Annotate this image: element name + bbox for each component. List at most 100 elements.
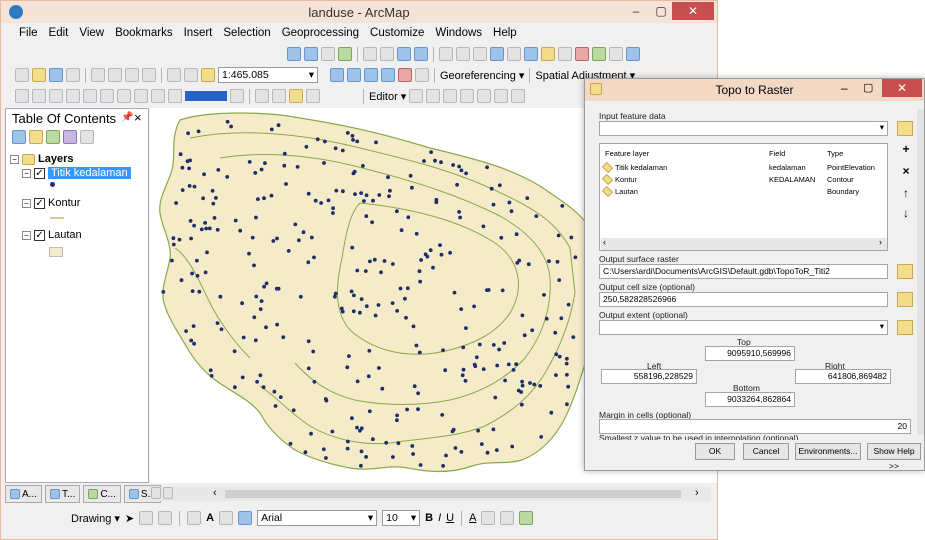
grid-row[interactable]: Kontur KEDALAMAN Contour xyxy=(601,173,887,186)
edit-annotation-icon[interactable] xyxy=(426,89,441,103)
dialog-close-button[interactable]: ✕ xyxy=(882,79,922,97)
bold-button[interactable]: B xyxy=(425,512,433,524)
measure-icon[interactable] xyxy=(541,47,555,61)
layer-visibility-checkbox[interactable]: ✓ xyxy=(34,229,45,241)
map-scale-combo[interactable]: 1:465.085 ▾ xyxy=(218,67,318,83)
cell-size-input[interactable]: 250,582828526966 xyxy=(599,292,888,307)
grid-horizontal-scrollbar[interactable]: ‹ › xyxy=(601,237,887,250)
python-icon[interactable] xyxy=(415,68,429,82)
select-features-icon[interactable] xyxy=(439,47,453,61)
input-feature-combo[interactable]: ▾ xyxy=(599,121,888,136)
pause-icon[interactable] xyxy=(306,89,320,103)
table-of-contents-icon[interactable] xyxy=(347,68,361,82)
extent-bottom-input[interactable]: 9033264,862864 xyxy=(705,392,795,407)
cancel-button[interactable]: Cancel xyxy=(743,443,789,460)
tool-d-icon[interactable] xyxy=(66,89,80,103)
dialog-maximize-button[interactable]: ▢ xyxy=(863,81,873,94)
identify-icon[interactable] xyxy=(490,47,504,61)
font-combo[interactable]: Arial ▾ xyxy=(257,510,378,526)
layer-name[interactable]: Lautan xyxy=(48,229,82,241)
search-window-icon[interactable] xyxy=(381,68,395,82)
rectangle-icon[interactable] xyxy=(187,511,202,525)
fixed-zoom-in-icon[interactable] xyxy=(363,47,377,61)
move-down-icon[interactable]: ↓ xyxy=(899,207,913,221)
tool-j-icon[interactable] xyxy=(168,89,182,103)
point-icon[interactable] xyxy=(494,89,509,103)
input-features-grid[interactable]: Feature layer Field Type Titik kedalaman… xyxy=(599,143,888,251)
menu-help[interactable]: Help xyxy=(493,27,517,39)
menu-customize[interactable]: Customize xyxy=(370,27,424,39)
tool-c-icon[interactable] xyxy=(49,89,63,103)
ok-button[interactable]: OK xyxy=(695,443,735,460)
dialog-title-bar[interactable]: Topo to Raster – ▢ ✕ xyxy=(585,79,924,101)
tool-e-icon[interactable] xyxy=(83,89,97,103)
scroll-thumb[interactable] xyxy=(225,490,681,498)
refresh-icon[interactable] xyxy=(289,89,303,103)
fixed-zoom-out-icon[interactable] xyxy=(380,47,394,61)
marker-icon[interactable] xyxy=(219,511,234,525)
editor-menu[interactable]: Editor ▾ xyxy=(369,90,406,103)
menu-bookmarks[interactable]: Bookmarks xyxy=(115,27,173,39)
scroll-left-icon[interactable]: ‹ xyxy=(213,487,217,499)
undo-icon[interactable] xyxy=(167,68,181,82)
save-icon[interactable] xyxy=(49,68,63,82)
forward-icon[interactable] xyxy=(414,47,428,61)
environments-button[interactable]: Environments... xyxy=(795,443,861,460)
show-help-button[interactable]: Show Help >> xyxy=(867,443,921,471)
move-up-icon[interactable]: ↑ xyxy=(899,187,913,201)
new-document-icon[interactable] xyxy=(15,68,29,82)
remove-row-icon[interactable]: × xyxy=(899,165,913,179)
grid-row[interactable]: Lautan Boundary xyxy=(601,185,887,198)
text-icon[interactable]: A xyxy=(206,512,214,524)
straight-segment-icon[interactable] xyxy=(443,89,458,103)
layers-root[interactable]: − Layers xyxy=(10,153,73,165)
collapse-icon[interactable]: − xyxy=(22,230,31,240)
marker-color-icon[interactable] xyxy=(519,511,534,525)
tool-g-icon[interactable] xyxy=(117,89,131,103)
dialog-minimize-button[interactable]: – xyxy=(841,81,848,95)
italic-button[interactable]: I xyxy=(438,512,441,524)
toc-layer-lautan[interactable]: − ✓ Lautan xyxy=(22,229,82,241)
title-bar[interactable]: landuse - ArcMap – ▢ ✕ xyxy=(1,1,717,23)
font-size-combo[interactable]: 10 ▾ xyxy=(382,510,421,526)
back-icon[interactable] xyxy=(397,47,411,61)
tool-i-icon[interactable] xyxy=(151,89,165,103)
color-dropdown-icon[interactable] xyxy=(230,89,244,103)
editor-toolbar-icon[interactable] xyxy=(330,68,344,82)
georeferencing-menu[interactable]: Georeferencing ▾ xyxy=(440,69,524,82)
rotate-icon[interactable] xyxy=(139,511,154,525)
layout-icon[interactable] xyxy=(255,89,269,103)
select-elements-arrow-icon[interactable]: ➤ xyxy=(125,512,134,525)
add-row-icon[interactable]: + xyxy=(899,143,913,157)
extent-combo[interactable]: ▾ xyxy=(599,320,888,335)
fill-color-icon[interactable] xyxy=(481,511,496,525)
tool-a-icon[interactable] xyxy=(15,89,29,103)
close-toc-icon[interactable]: × xyxy=(134,110,142,125)
clear-selection-icon[interactable] xyxy=(456,47,470,61)
dialog-vertical-scrollbar[interactable] xyxy=(917,109,924,435)
delete-icon[interactable] xyxy=(142,68,156,82)
color-swatch[interactable] xyxy=(185,91,227,101)
zoom-whole-page-icon[interactable] xyxy=(158,511,173,525)
hyperlink-icon[interactable] xyxy=(507,47,521,61)
line-color-icon[interactable] xyxy=(500,511,515,525)
find-route-icon[interactable] xyxy=(575,47,589,61)
menu-file[interactable]: File xyxy=(19,27,38,39)
tool-b-icon[interactable] xyxy=(32,89,46,103)
list-by-selection-icon[interactable] xyxy=(63,130,77,144)
layer-visibility-checkbox[interactable]: ✓ xyxy=(34,197,45,209)
browse-extent-button[interactable] xyxy=(897,320,913,335)
browse-input-button[interactable] xyxy=(897,121,913,136)
extent-left-input[interactable]: 558196,228529 xyxy=(601,369,697,384)
font-color-button[interactable]: A xyxy=(469,512,476,524)
dock-tab-t[interactable]: T... xyxy=(45,485,81,503)
trace-icon[interactable] xyxy=(477,89,492,103)
browse-cell-size-button[interactable] xyxy=(897,292,913,307)
paste-icon[interactable] xyxy=(125,68,139,82)
tool-h-icon[interactable] xyxy=(134,89,148,103)
catalog-icon[interactable] xyxy=(364,68,378,82)
copy-icon[interactable] xyxy=(108,68,122,82)
html-popup-icon[interactable] xyxy=(524,47,538,61)
browse-output-button[interactable] xyxy=(897,264,913,279)
go-to-xy-icon[interactable] xyxy=(592,47,606,61)
